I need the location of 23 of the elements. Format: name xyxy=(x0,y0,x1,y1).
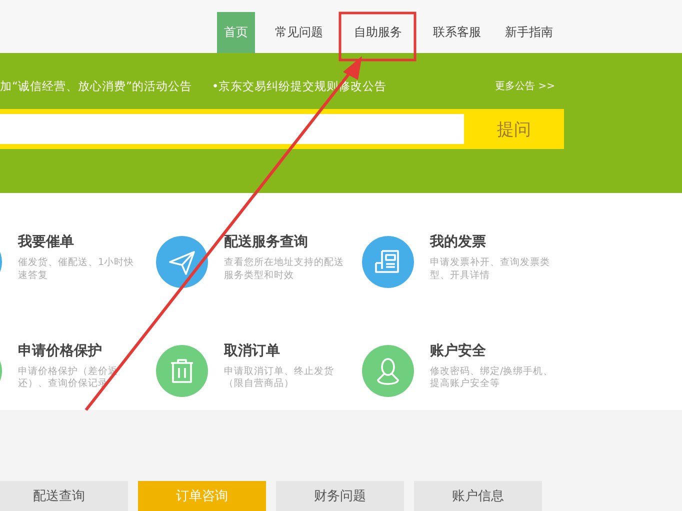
nav-tab[interactable]: 联系客服 xyxy=(421,12,493,53)
service-description: 查看您所在地址支持的配送服务类型和时效 xyxy=(224,257,345,283)
service-title[interactable]: 配送服务查询 xyxy=(224,233,349,251)
service-title[interactable]: 取消订单 xyxy=(224,342,349,360)
service-description: 申请取消订单、终止发货（限自营商品） xyxy=(224,366,335,392)
service-description: 申请发票补开、查询发票类型、开具详情 xyxy=(430,257,551,283)
nav-tab[interactable]: 自助服务 xyxy=(335,12,421,53)
person-icon[interactable] xyxy=(362,344,414,396)
service-title[interactable]: 账户安全 xyxy=(430,342,555,360)
service-title[interactable]: 申请价格保护 xyxy=(18,342,143,360)
nav-tab[interactable]: 新手指南 xyxy=(493,12,565,53)
search-field[interactable] xyxy=(0,114,464,144)
document-icon[interactable] xyxy=(362,236,414,288)
service-description: 催发货、催配送、1小时快速答复 xyxy=(18,257,136,283)
trash-icon[interactable] xyxy=(156,344,208,396)
nav-tab[interactable]: 常见问题 xyxy=(263,12,335,53)
paper-plane-icon[interactable] xyxy=(156,236,208,288)
service-title[interactable]: 我要催单 xyxy=(18,233,143,251)
category-tab[interactable]: 账户信息 xyxy=(414,481,542,511)
service-description: 修改密码、绑定/换绑手机、提高账户安全等 xyxy=(430,366,554,392)
category-tab[interactable]: 财务问题 xyxy=(276,481,404,511)
category-tab[interactable]: 配送查询 xyxy=(0,481,128,511)
service-title[interactable]: 我的发票 xyxy=(430,233,555,251)
